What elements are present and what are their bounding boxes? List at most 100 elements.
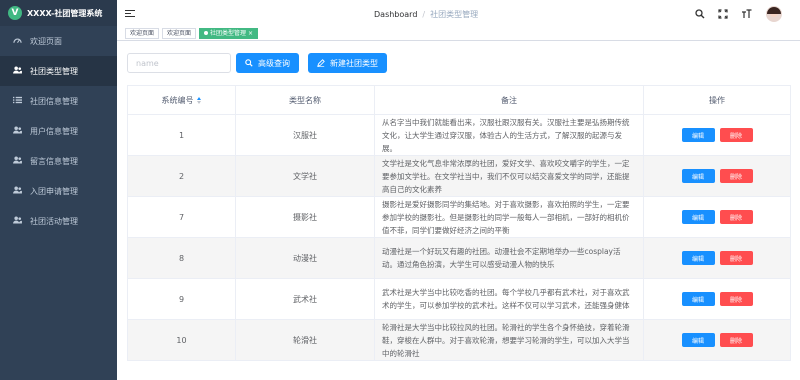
sidebar-item-label: 社团类型管理 [30, 66, 78, 76]
cell-name: 动漫社 [235, 237, 375, 279]
cell-remark: 武术社是大学当中比较吃香的社团。每个学校几乎都有武术社，对于喜欢武术的学生，可以… [374, 278, 644, 320]
edit-button[interactable]: 编辑 [681, 210, 715, 224]
edit-button[interactable]: 编辑 [681, 128, 715, 142]
cell-name: 武术社 [235, 278, 375, 320]
table-row: 1 汉服社 从名字当中我们就能看出来，汉服社跟汉服有关。汉服社主要是弘扬期传统文化，… [127, 114, 791, 156]
fullscreen-icon[interactable] [716, 7, 730, 21]
edit-button[interactable]: 编辑 [681, 292, 715, 306]
vue-logo-icon: V [8, 6, 22, 20]
edit-button[interactable]: 编辑 [681, 169, 715, 183]
column-header-id[interactable]: 系统编号 [127, 85, 236, 115]
cell-actions: 编辑 删除 [643, 196, 791, 238]
sidebar-item-2[interactable]: 社团信息管理 [0, 86, 117, 116]
table-row: 10 轮滑社 轮滑社是大学当中比较拉风的社团。轮滑社的学生各个身怀绝技，穿着轮滑鞋，… [127, 319, 791, 361]
cell-remark: 文学社是文化气息非常浓厚的社团，爱好文学、喜欢咬文嚼字的学生，一定要参加文学社。… [374, 155, 644, 197]
cell-id: 7 [127, 196, 236, 238]
header-actions [693, 6, 782, 22]
column-label: 系统编号 [161, 95, 194, 105]
new-club-type-label: 新建社团类型 [330, 58, 378, 68]
column-header-actions: 操作 [643, 85, 791, 115]
sidebar-item-0[interactable]: 欢迎页面 [0, 26, 117, 56]
sidebar-item-label: 欢迎页面 [30, 36, 62, 46]
breadcrumb-current: 社团类型管理 [430, 10, 479, 19]
delete-button[interactable]: 删除 [719, 128, 753, 142]
breadcrumb-separator: / [422, 10, 426, 19]
club-type-table: 系统编号 类型名称 备注 操作 1 汉服社 从名字当中我们就能看出来，汉服社跟汉服有… [127, 85, 791, 361]
sidebar-item-3[interactable]: 用户信息管理 [0, 116, 117, 146]
cell-id: 9 [127, 278, 236, 320]
users-icon [12, 66, 22, 76]
table-row: 9 武术社 武术社是大学当中比较吃香的社团。每个学校几乎都有武术社，对于喜欢武术的学… [127, 278, 791, 320]
tag-welcome-2[interactable]: 欢迎页面 [162, 27, 197, 39]
navbar: Dashboard / 社团类型管理 [117, 0, 800, 26]
sidebar-menu: 欢迎页面社团类型管理社团信息管理用户信息管理 留言信息管理 入团申请管理 社团活动管理 [0, 26, 117, 236]
tag-welcome[interactable]: 欢迎页面 [125, 27, 160, 39]
sidebar-item-label: 入团申请管理 [30, 186, 78, 196]
edit-icon [317, 59, 325, 67]
breadcrumb: Dashboard / 社团类型管理 [374, 9, 478, 20]
logo[interactable]: V XXXX-社团管理系统 [0, 0, 117, 26]
column-header-name: 类型名称 [235, 85, 375, 115]
dashboard-icon [12, 36, 22, 46]
cell-id: 10 [127, 319, 236, 361]
cell-id: 8 [127, 237, 236, 279]
users-icon [12, 156, 22, 166]
users-icon [12, 216, 22, 226]
sidebar-item-5[interactable]: 入团申请管理 [0, 176, 117, 206]
cell-name: 轮滑社 [235, 319, 375, 361]
list-icon [12, 96, 22, 106]
font-size-icon[interactable] [739, 7, 753, 21]
edit-button[interactable]: 编辑 [681, 251, 715, 265]
main-content: 高级查询 新建社团类型 系统编号 类型名称 备注 操作 1汉服社从名字当中我们就… [117, 41, 800, 380]
cell-name: 文学社 [235, 155, 375, 197]
active-dot-icon [204, 31, 209, 35]
sidebar-item-label: 留言信息管理 [30, 156, 78, 166]
cell-actions: 编辑 删除 [643, 114, 791, 156]
cell-actions: 编辑 删除 [643, 278, 791, 320]
tags-view: 欢迎页面 欢迎页面 社团类型管理 × [117, 26, 800, 41]
tag-label: 欢迎页面 [167, 29, 192, 37]
cell-remark: 从名字当中我们就能看出来，汉服社跟汉服有关。汉服社主要是弘扬期传统文化，让大学生… [374, 114, 644, 156]
cell-id: 1 [127, 114, 236, 156]
sidebar-item-label: 社团活动管理 [30, 216, 78, 226]
app-title: XXXX-社团管理系统 [27, 8, 103, 18]
delete-button[interactable]: 删除 [719, 333, 753, 347]
tag-label: 社团类型管理 [210, 29, 247, 37]
advanced-search-button[interactable]: 高级查询 [236, 53, 299, 73]
edit-button[interactable]: 编辑 [681, 333, 715, 347]
tag-club-type[interactable]: 社团类型管理 × [199, 27, 259, 39]
sidebar-item-1[interactable]: 社团类型管理 [0, 56, 117, 86]
cell-remark: 摄影社是爱好摄影同学的集结地。对于喜欢摄影，喜欢拍照的学生，一定要参加学校的摄影… [374, 196, 644, 238]
cell-actions: 编辑 删除 [643, 319, 791, 361]
user-avatar[interactable] [766, 6, 782, 22]
table-header-row: 系统编号 类型名称 备注 操作 [127, 85, 791, 115]
cell-actions: 编辑 删除 [643, 155, 791, 197]
hamburger-icon[interactable] [125, 9, 135, 17]
search-icon [245, 59, 253, 67]
sidebar-item-label: 用户信息管理 [30, 126, 78, 136]
table-row: 8 动漫社 动漫社是一个好玩又有趣的社团。动漫社会不定期地举办一些cosplay活动… [127, 237, 791, 279]
new-club-type-button[interactable]: 新建社团类型 [308, 53, 387, 73]
delete-button[interactable]: 删除 [719, 210, 753, 224]
name-search-input[interactable] [127, 53, 231, 73]
search-icon[interactable] [693, 7, 707, 21]
sidebar-item-4[interactable]: 留言信息管理 [0, 146, 117, 176]
delete-button[interactable]: 删除 [719, 169, 753, 183]
cell-remark: 轮滑社是大学当中比较拉风的社团。轮滑社的学生各个身怀绝技，穿着轮滑鞋，穿梭在人群… [374, 319, 644, 361]
delete-button[interactable]: 删除 [719, 251, 753, 265]
delete-button[interactable]: 删除 [719, 292, 753, 306]
sidebar-item-6[interactable]: 社团活动管理 [0, 206, 117, 236]
breadcrumb-dashboard[interactable]: Dashboard [374, 10, 417, 19]
tag-close-icon[interactable]: × [248, 30, 253, 37]
sidebar: V XXXX-社团管理系统 欢迎页面社团类型管理社团信息管理用户信息管理 留言信息… [0, 0, 117, 380]
column-header-remark: 备注 [374, 85, 644, 115]
cell-name: 汉服社 [235, 114, 375, 156]
table-row: 2 文学社 文学社是文化气息非常浓厚的社团，爱好文学、喜欢咬文嚼字的学生，一定要参加… [127, 155, 791, 197]
users-icon [12, 186, 22, 196]
tag-label: 欢迎页面 [130, 29, 155, 37]
sort-caret-icon[interactable] [196, 96, 202, 104]
cell-actions: 编辑 删除 [643, 237, 791, 279]
cell-name: 摄影社 [235, 196, 375, 238]
cell-remark: 动漫社是一个好玩又有趣的社团。动漫社会不定期地举办一些cosplay活动。通过角… [374, 237, 644, 279]
advanced-search-label: 高级查询 [258, 58, 290, 68]
